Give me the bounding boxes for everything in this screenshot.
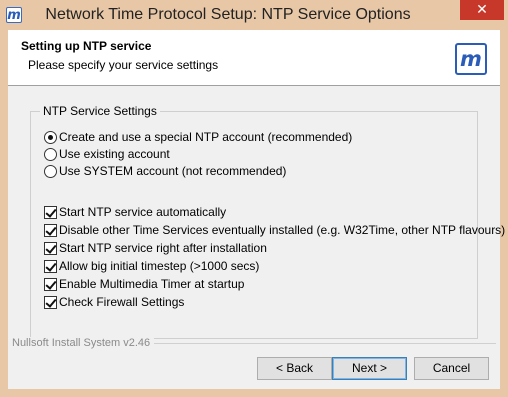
checkbox-icon[interactable] <box>44 224 57 237</box>
back-button[interactable]: < Back <box>257 357 332 380</box>
checkbox-label[interactable]: Allow big initial timestep (>1000 secs) <box>59 258 259 274</box>
next-button[interactable]: Next > <box>332 357 407 380</box>
page-title: Setting up NTP service <box>21 39 152 53</box>
radio-button-icon[interactable] <box>44 165 57 178</box>
setup-window: m Network Time Protocol Setup: NTP Servi… <box>0 0 508 397</box>
checkbox-label[interactable]: Check Firewall Settings <box>59 294 184 310</box>
radio-label[interactable]: Create and use a special NTP account (re… <box>59 129 352 145</box>
cancel-button[interactable]: Cancel <box>414 357 489 380</box>
checkbox-label[interactable]: Start NTP service automatically <box>59 204 226 220</box>
meinberg-logo-icon: m <box>455 43 487 75</box>
checkbox-label[interactable]: Disable other Time Services eventually i… <box>59 222 505 238</box>
checkbox-icon[interactable] <box>44 206 57 219</box>
checkbox-label[interactable]: Enable Multimedia Timer at startup <box>59 276 244 292</box>
checkbox-label[interactable]: Start NTP service right after installati… <box>59 240 267 256</box>
title-bar[interactable]: m Network Time Protocol Setup: NTP Servi… <box>0 0 508 30</box>
installer-branding: Nullsoft Install System v2.46 <box>12 337 155 350</box>
radio-label[interactable]: Use existing account <box>59 146 170 162</box>
wizard-header: Setting up NTP service Please specify yo… <box>8 30 500 86</box>
wizard-client-area: Setting up NTP service Please specify yo… <box>8 30 505 389</box>
group-legend: NTP Service Settings <box>40 105 160 118</box>
radio-button-icon[interactable] <box>44 148 57 161</box>
radio-label[interactable]: Use SYSTEM account (not recommended) <box>59 163 286 179</box>
window-title: Network Time Protocol Setup: NTP Service… <box>45 6 411 23</box>
checkbox-icon[interactable] <box>44 296 57 309</box>
checkbox-icon[interactable] <box>44 242 57 255</box>
checkbox-icon[interactable] <box>44 260 57 273</box>
checkbox-icon[interactable] <box>44 278 57 291</box>
radio-button-icon[interactable] <box>44 131 57 144</box>
close-button[interactable]: ✕ <box>460 0 504 20</box>
page-subtitle: Please specify your service settings <box>28 58 219 72</box>
